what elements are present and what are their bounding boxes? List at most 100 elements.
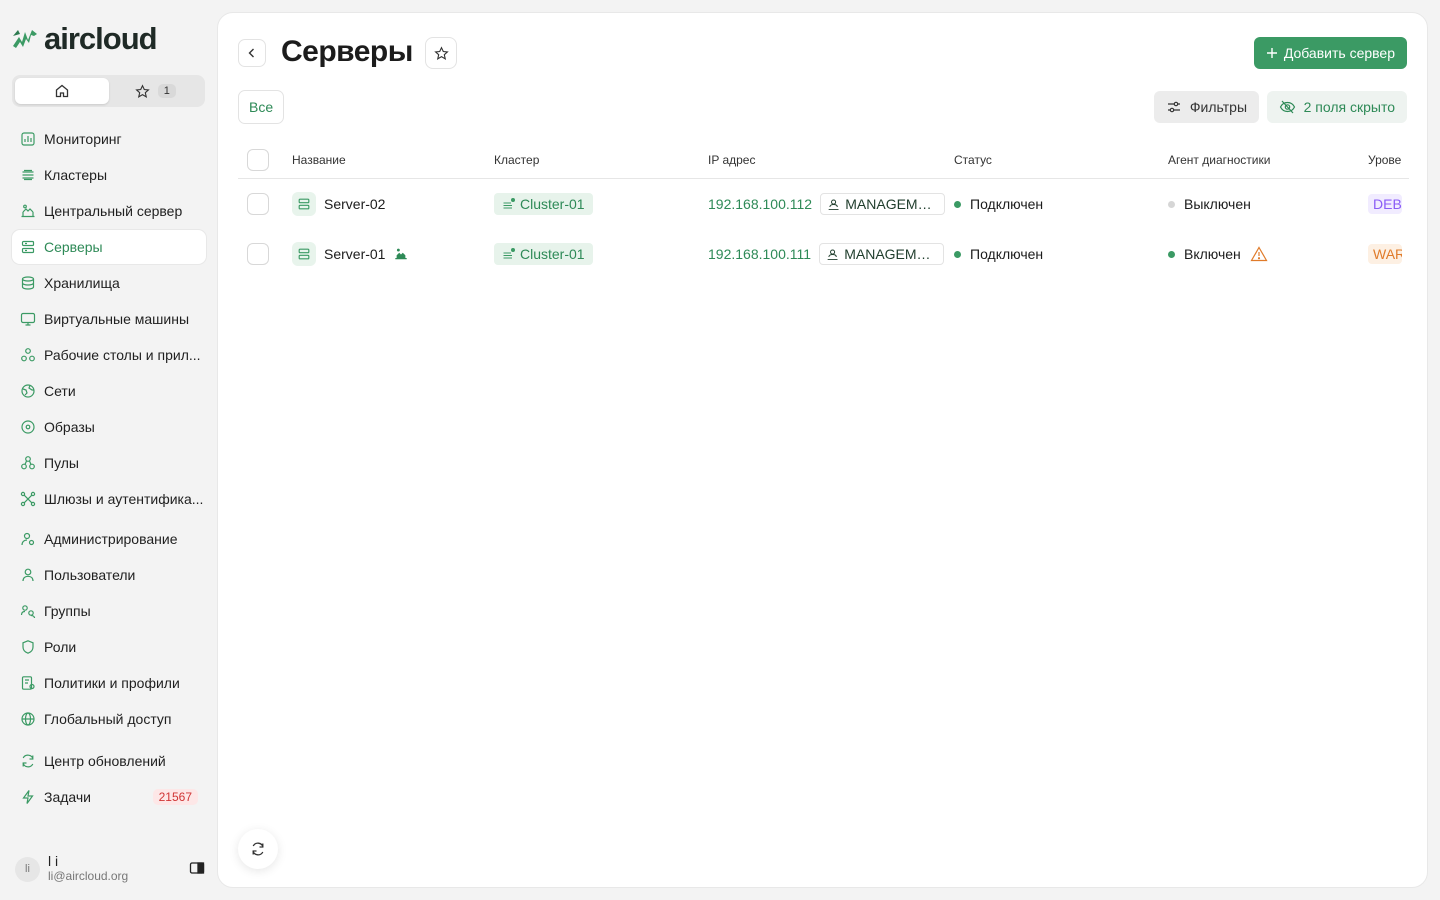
home-tab[interactable] [15, 78, 109, 104]
sidebar-item-label: Центральный сервер [44, 203, 183, 219]
log-level-badge: WAR [1368, 244, 1402, 264]
apps-icon [21, 348, 35, 362]
filters-button[interactable]: Фильтры [1153, 91, 1259, 123]
sidebar-item-label: Центр обновлений [44, 753, 166, 769]
sidebar-item-policies[interactable]: Политики и профили [12, 666, 206, 700]
sidebar-item-storage[interactable]: Хранилища [12, 266, 206, 300]
lightning-icon [22, 790, 34, 804]
page-title: Серверы [281, 35, 413, 68]
sidebar-item-administration[interactable]: Администрирование [12, 522, 206, 556]
sidebar-item-label: Администрирование [44, 531, 178, 547]
server-name[interactable]: Server-02 [324, 196, 385, 212]
network-tag[interactable]: MANAGEMEN... [819, 243, 945, 265]
agent-text: Выключен [1184, 196, 1251, 212]
network-name: MANAGEMEN... [844, 246, 936, 262]
sidebar-item-label: Виртуальные машины [44, 311, 190, 327]
sidebar-item-gateways[interactable]: Шлюзы и аутентифика... [12, 482, 206, 516]
column-ip[interactable]: IP адрес [708, 153, 755, 167]
refresh-button[interactable] [238, 829, 278, 869]
refresh-icon [22, 754, 34, 768]
sidebar-item-update-center[interactable]: Центр обновлений [12, 744, 206, 778]
avatar: li [15, 856, 40, 882]
column-cluster[interactable]: Кластер [494, 153, 539, 167]
sidebar-item-label: Пулы [44, 455, 79, 471]
sidebar-item-central-server[interactable]: Центральный сервер [12, 194, 206, 228]
server-name[interactable]: Server-01 [324, 246, 385, 262]
column-status[interactable]: Статус [954, 153, 992, 167]
table-row[interactable]: Server-02 Cluster-01 192.168.100.112 MAN… [238, 179, 1409, 229]
logo[interactable]: aircloud [10, 23, 158, 54]
column-agent[interactable]: Агент диагностики [1168, 153, 1270, 167]
user-profile[interactable]: li l i li@aircloud.org [15, 852, 205, 886]
sidebar-item-vms[interactable]: Виртуальные машины [12, 302, 206, 336]
ip-address-link[interactable]: 192.168.100.111 [708, 246, 811, 262]
sidebar-item-networks[interactable]: Сети [12, 374, 206, 408]
sidebar-item-label: Пользователи [44, 567, 136, 583]
policy-icon [21, 676, 35, 690]
network-tag[interactable]: MANAGEMEN... [820, 193, 946, 215]
server-icon [21, 240, 35, 254]
column-level[interactable]: Урове [1368, 153, 1402, 167]
select-all-checkbox[interactable] [247, 149, 269, 171]
home-icon [55, 84, 68, 98]
chevron-left-icon [248, 48, 254, 58]
table-row[interactable]: Server-01 Cluster-01 192.168.100.111 MAN… [238, 229, 1409, 279]
sidebar-item-desktops[interactable]: Рабочие столы и прил... [12, 338, 206, 372]
cluster-tag[interactable]: Cluster-01 [494, 243, 593, 265]
cluster-icon [503, 248, 515, 259]
layers-icon [22, 169, 34, 181]
row-checkbox[interactable] [247, 193, 269, 215]
status-dot [954, 200, 961, 208]
row-checkbox[interactable] [247, 243, 269, 265]
server-icon [292, 242, 316, 266]
cluster-name: Cluster-01 [520, 196, 585, 212]
pools-icon [21, 456, 35, 470]
sidebar-toggle-icon[interactable] [189, 860, 205, 876]
sidebar-item-roles[interactable]: Роли [12, 630, 206, 664]
sidebar-item-users[interactable]: Пользователи [12, 558, 206, 592]
group-icon [20, 605, 36, 619]
sidebar: aircloud 1 Мониторинг Кластеры Центральн… [0, 0, 216, 900]
sidebar-item-label: Образы [44, 419, 95, 435]
plus-icon [1266, 48, 1277, 58]
sidebar-item-global-access[interactable]: Глобальный доступ [12, 702, 206, 736]
sidebar-item-pools[interactable]: Пулы [12, 446, 206, 480]
sliders-icon [1167, 101, 1180, 113]
favorites-tab[interactable]: 1 [109, 78, 203, 104]
favorite-button[interactable] [425, 37, 457, 69]
favorites-count: 1 [157, 84, 176, 98]
user-icon [22, 568, 34, 582]
user-email: li@aircloud.org [48, 869, 129, 883]
hidden-fields-button[interactable]: 2 поля скрыто [1266, 91, 1407, 123]
sidebar-item-label: Рабочие столы и прил... [44, 347, 201, 363]
main-panel: Серверы Добавить сервер Все Фильтры 2 по… [217, 12, 1428, 888]
network-user-icon [828, 198, 839, 210]
status-text: Подключен [970, 196, 1044, 212]
sidebar-item-monitoring[interactable]: Мониторинг [12, 122, 206, 156]
sidebar-item-label: Сети [44, 383, 76, 399]
sidebar-item-label: Группы [44, 603, 91, 619]
warning-icon[interactable] [1250, 246, 1268, 262]
sidebar-item-tasks[interactable]: Задачи 21567 [12, 780, 206, 814]
status-dot [954, 250, 961, 258]
aircloud-logo-icon [13, 30, 37, 48]
sidebar-item-label: Кластеры [44, 167, 107, 183]
user-name: l i [48, 853, 59, 869]
server-icon [292, 192, 316, 216]
sidebar-item-groups[interactable]: Группы [12, 594, 206, 628]
sidebar-item-images[interactable]: Образы [12, 410, 206, 444]
filter-all-chip[interactable]: Все [238, 90, 285, 124]
sidebar-item-servers[interactable]: Серверы [12, 230, 206, 264]
back-button[interactable] [238, 39, 266, 67]
monitor-icon [20, 312, 36, 326]
add-server-button[interactable]: Добавить сервер [1253, 37, 1407, 69]
sidebar-nav: Мониторинг Кластеры Центральный сервер С… [12, 122, 206, 816]
filters-label: Фильтры [1189, 99, 1247, 115]
sidebar-item-label: Роли [44, 639, 77, 655]
cluster-tag[interactable]: Cluster-01 [494, 193, 593, 215]
column-name[interactable]: Название [292, 153, 346, 167]
hidden-fields-label: 2 поля скрыто [1303, 99, 1395, 115]
ip-address-link[interactable]: 192.168.100.112 [708, 196, 812, 212]
sidebar-item-clusters[interactable]: Кластеры [12, 158, 206, 192]
sidebar-item-label: Шлюзы и аутентифика... [44, 491, 204, 507]
